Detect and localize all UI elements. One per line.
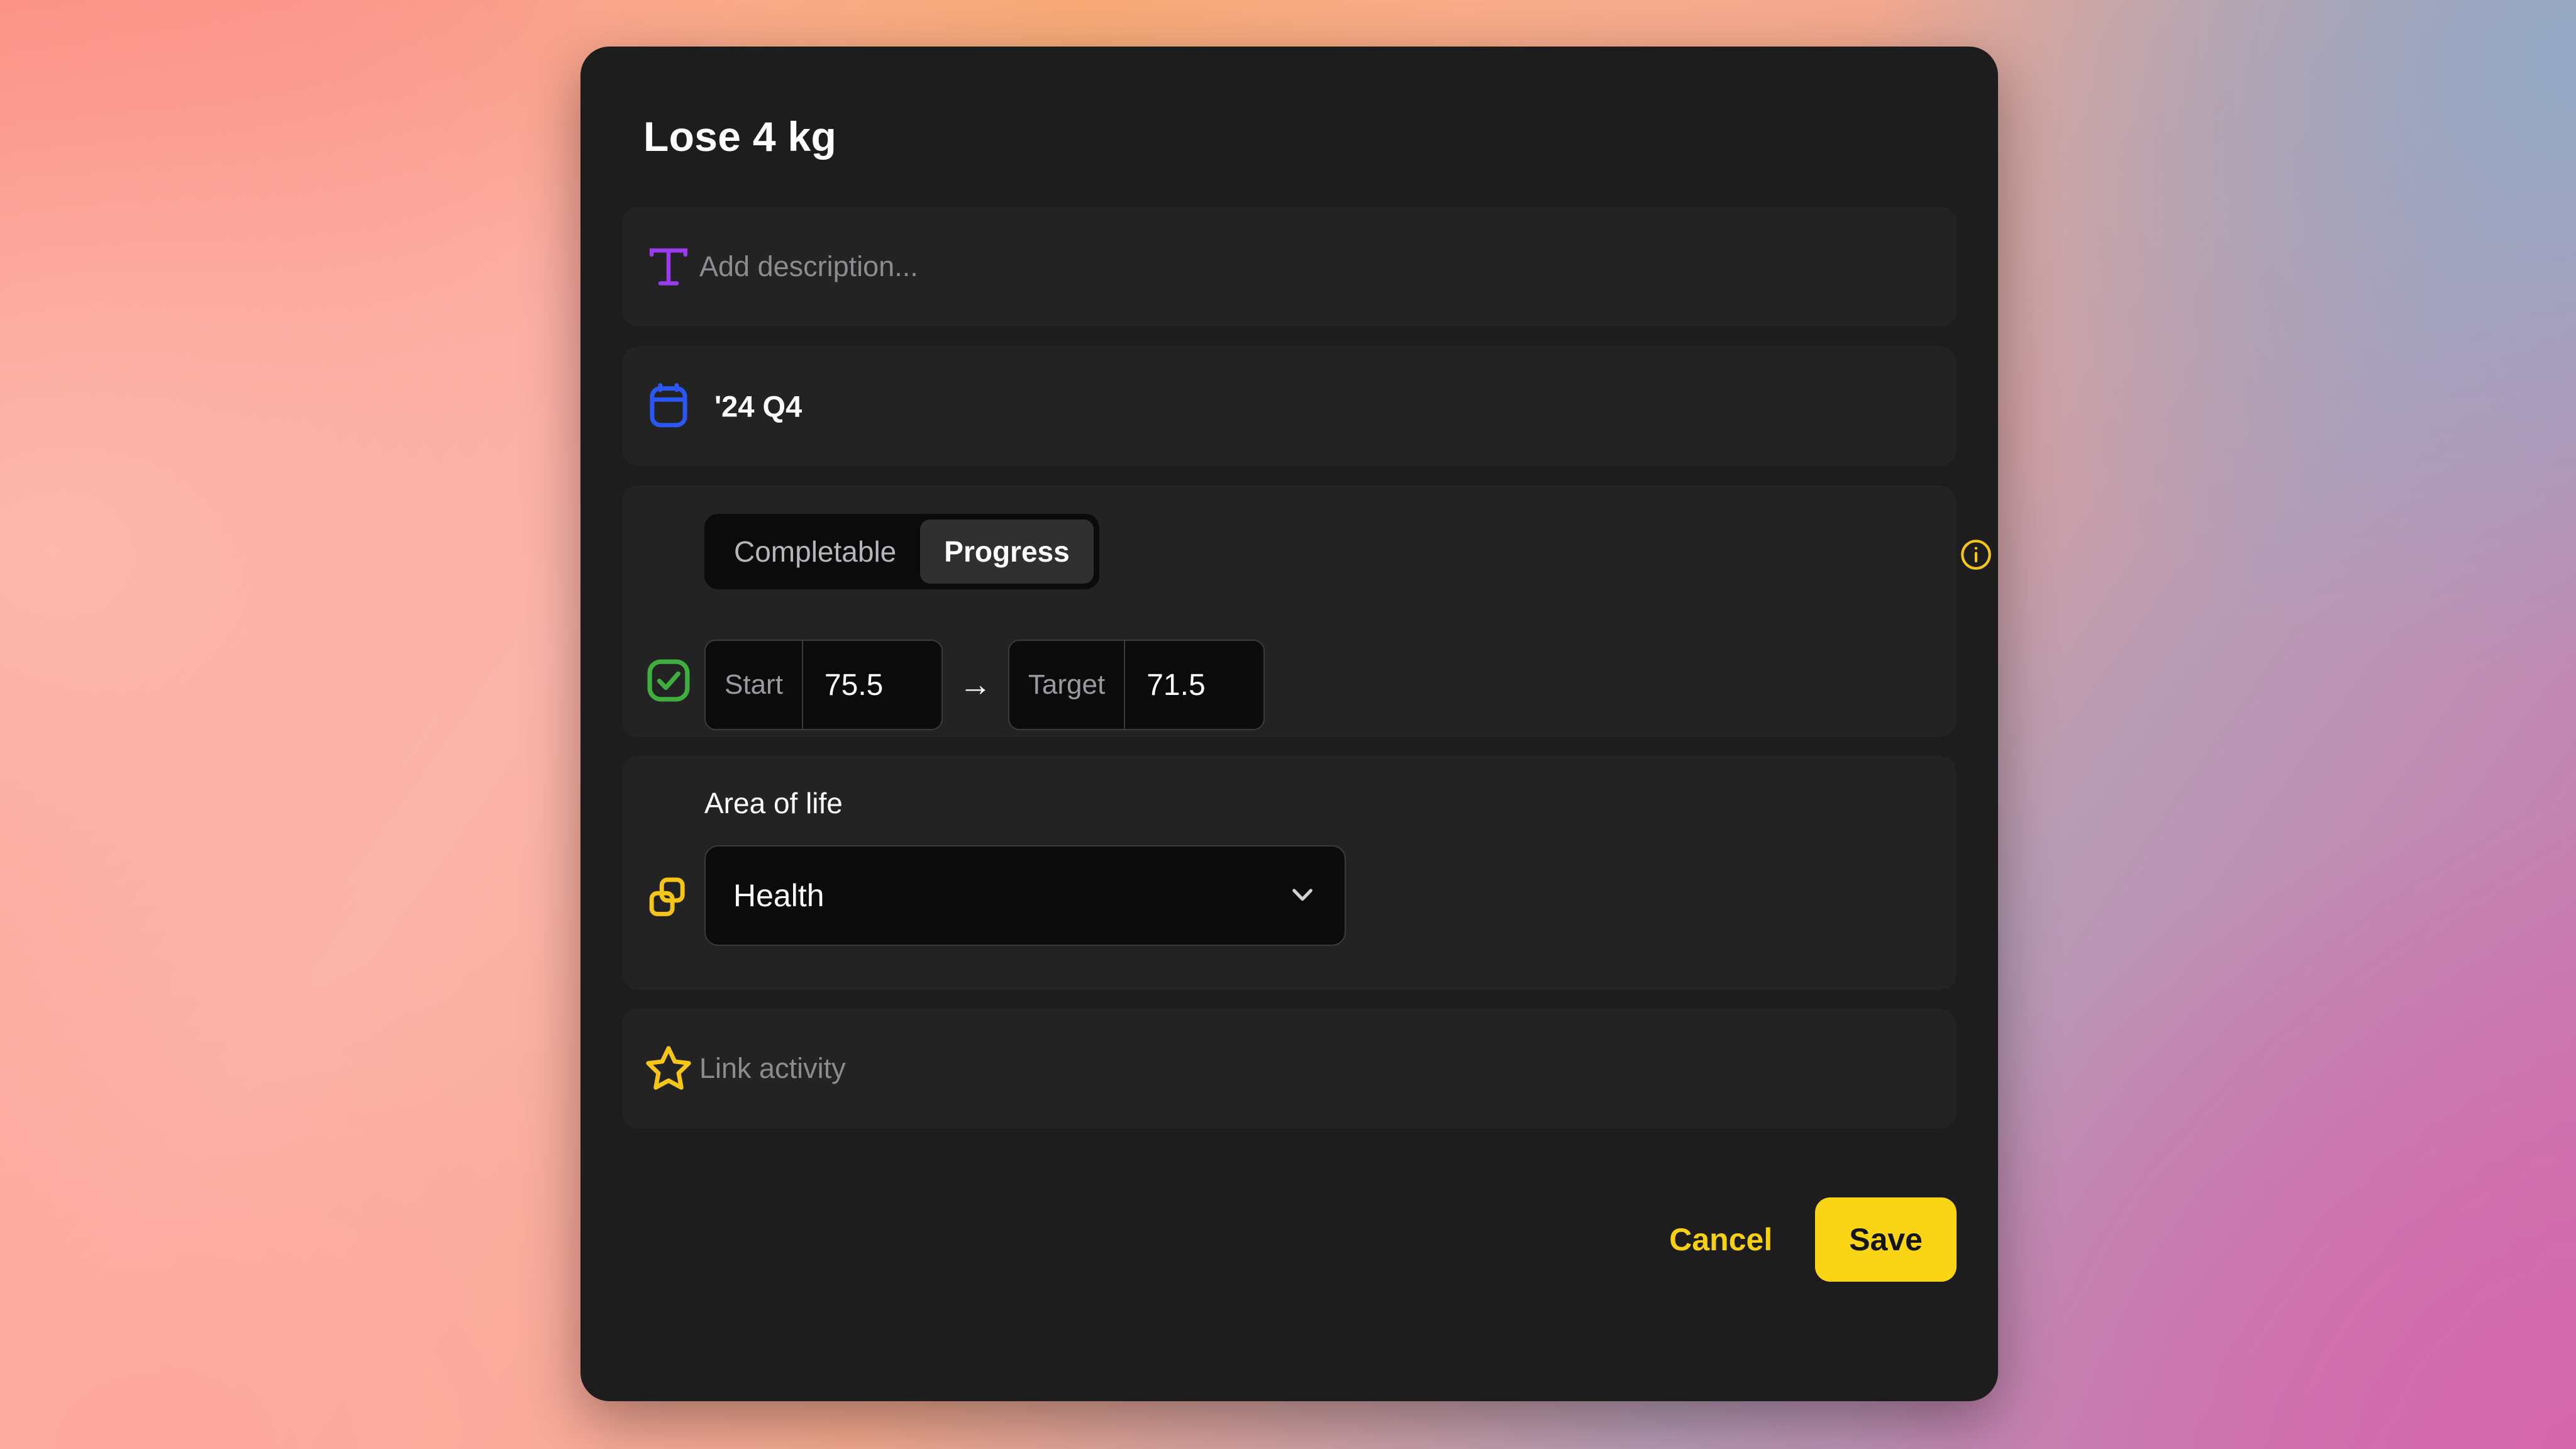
star-icon — [640, 1040, 697, 1097]
modal-footer: Cancel Save — [1662, 1197, 1957, 1282]
start-label: Start — [706, 641, 803, 729]
description-field-row[interactable]: Add description... — [622, 207, 1957, 326]
area-of-life-row: Area of life Health — [622, 756, 1957, 990]
target-input[interactable]: 71.5 — [1125, 641, 1263, 729]
info-circle-icon[interactable] — [1958, 537, 1994, 572]
chevron-down-icon — [1284, 876, 1321, 916]
area-of-life-select[interactable]: Health — [704, 845, 1346, 946]
segment-completable[interactable]: Completable — [710, 519, 920, 584]
page-title: Lose 4 kg — [643, 113, 837, 160]
checkbox-checked-icon[interactable] — [640, 652, 697, 709]
goal-type-segmented-control[interactable]: Completable Progress — [704, 514, 1099, 589]
segment-progress[interactable]: Progress — [920, 519, 1094, 584]
cancel-button[interactable]: Cancel — [1662, 1210, 1780, 1269]
link-activity-placeholder: Link activity — [699, 1052, 846, 1084]
link-activity-row[interactable]: Link activity — [622, 1009, 1957, 1128]
area-of-life-label: Area of life — [704, 787, 843, 819]
text-format-icon — [640, 238, 697, 296]
layers-icon — [640, 869, 697, 927]
range-arrow-icon: → — [958, 667, 992, 703]
calendar-icon — [640, 377, 697, 435]
area-of-life-value: Health — [733, 878, 824, 913]
target-label: Target — [1009, 641, 1126, 729]
start-field[interactable]: Start 75.5 — [704, 640, 943, 730]
goal-type-row: Completable Progress Start 75.5 → Target… — [622, 486, 1991, 737]
progress-range-group: Start 75.5 → Target 71.5 — [704, 640, 1265, 730]
save-button[interactable]: Save — [1815, 1197, 1957, 1282]
target-field[interactable]: Target 71.5 — [1008, 640, 1265, 730]
date-field-row[interactable]: '24 Q4 — [622, 347, 1957, 466]
date-value: '24 Q4 — [714, 389, 802, 423]
goal-edit-modal: Lose 4 kg Add description... '24 Q4 Comp… — [580, 47, 1998, 1401]
description-placeholder: Add description... — [699, 250, 918, 282]
start-input[interactable]: 75.5 — [803, 641, 941, 729]
